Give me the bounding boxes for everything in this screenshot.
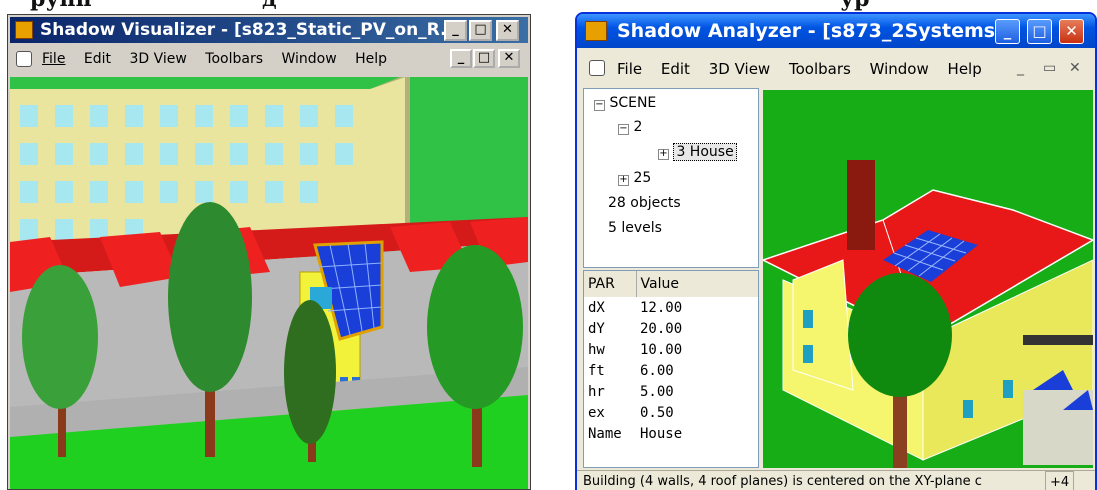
caption-fragment-mid: д xyxy=(262,0,282,12)
tree-item-2[interactable]: − 2 xyxy=(618,119,642,135)
parameter-table: PAR Value dX 12.00 dY 20.00 hw 10.00 ft 6.00… xyxy=(583,270,759,468)
doc-icon xyxy=(589,60,605,76)
table-row[interactable]: Name House xyxy=(584,423,758,444)
maximize-button[interactable]: □ xyxy=(469,20,492,41)
app-icon xyxy=(585,21,607,41)
left-window-title: Shadow Visualizer - [s823_Static_PV_on_R… xyxy=(40,20,460,40)
tree-item-objects[interactable]: 28 objects xyxy=(608,195,681,211)
minimize-button[interactable]: _ xyxy=(444,20,467,41)
caption-fragment-right: ур xyxy=(840,0,880,12)
menu-help[interactable]: Help xyxy=(948,60,982,78)
mdi-minimize-button[interactable]: _ xyxy=(450,49,472,68)
right-window-title: Shadow Analyzer - [s873_2Systems... xyxy=(617,20,1017,42)
col-header-par[interactable]: PAR xyxy=(584,271,637,297)
maximize-button[interactable]: □ xyxy=(1027,19,1052,44)
3d-scene-viewport[interactable] xyxy=(10,77,528,489)
mdi-close-button[interactable]: ✕ xyxy=(498,49,520,68)
screenshot-composite: рупп д ур Shadow Visualizer - [s823_Stat… xyxy=(0,0,1097,490)
app-icon xyxy=(15,21,33,39)
menu-file[interactable]: File xyxy=(42,51,65,67)
shadow-visualizer-window: Shadow Visualizer - [s823_Static_PV_on_R… xyxy=(7,14,531,490)
scene-tree: − SCENE − 2 + 3 House + 25 28 objects 5 … xyxy=(583,88,759,268)
tree-item-levels[interactable]: 5 levels xyxy=(608,220,662,236)
close-button[interactable]: ✕ xyxy=(1059,19,1084,44)
menu-3d-view[interactable]: 3D View xyxy=(129,51,186,67)
table-row[interactable]: hw 10.00 xyxy=(584,339,758,360)
3d-house-viewport[interactable] xyxy=(763,90,1093,468)
menu-window[interactable]: Window xyxy=(870,60,929,78)
minimize-button[interactable]: _ xyxy=(995,19,1020,44)
col-header-value[interactable]: Value xyxy=(636,271,758,297)
right-menu-bar: File Edit 3D View Toolbars Window Help _… xyxy=(577,50,1095,86)
menu-toolbars[interactable]: Toolbars xyxy=(205,51,263,67)
menu-edit[interactable]: Edit xyxy=(661,60,690,78)
close-button[interactable]: ✕ xyxy=(496,20,519,41)
table-row[interactable]: dX 12.00 xyxy=(584,297,758,318)
menu-file[interactable]: File xyxy=(617,60,642,78)
left-menu-bar: File Edit 3D View Toolbars Window Help _… xyxy=(8,45,530,75)
menu-toolbars[interactable]: Toolbars xyxy=(789,60,851,78)
tree-item-scene[interactable]: − SCENE xyxy=(594,95,656,111)
menu-edit[interactable]: Edit xyxy=(84,51,111,67)
doc-icon xyxy=(16,51,32,67)
table-row[interactable]: ex 0.50 xyxy=(584,402,758,423)
mdi-close-button[interactable]: ✕ xyxy=(1069,60,1081,76)
shadow-analyzer-window: Shadow Analyzer - [s873_2Systems... _ □ … xyxy=(575,12,1097,490)
menu-window[interactable]: Window xyxy=(281,51,336,67)
status-text: Building (4 walls, 4 roof planes) is cen… xyxy=(583,474,982,489)
tree-item-25[interactable]: + 25 xyxy=(618,170,651,186)
table-row[interactable]: hr 5.00 xyxy=(584,381,758,402)
caption-fragment-left: рупп xyxy=(30,0,210,12)
table-row[interactable]: ft 6.00 xyxy=(584,360,758,381)
menu-3d-view[interactable]: 3D View xyxy=(709,60,770,78)
status-bar: Building (4 walls, 4 roof planes) is cen… xyxy=(577,470,1095,490)
table-row[interactable]: dY 20.00 xyxy=(584,318,758,339)
mdi-restore-button[interactable]: ▭ xyxy=(1043,60,1056,76)
mdi-minimize-button[interactable]: _ xyxy=(1017,60,1024,76)
menu-help[interactable]: Help xyxy=(355,51,387,67)
mdi-restore-button[interactable]: □ xyxy=(473,49,495,68)
tree-item-house[interactable]: + 3 House xyxy=(658,143,737,161)
zoom-indicator: +4 xyxy=(1045,471,1075,490)
